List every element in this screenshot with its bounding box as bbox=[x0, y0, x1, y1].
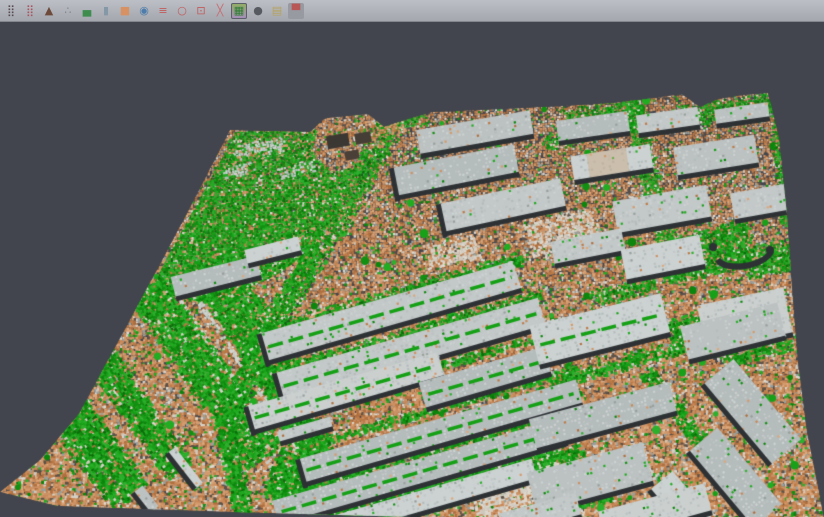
crop-box-icon[interactable]: ⊡ bbox=[193, 3, 209, 19]
tag-icon[interactable]: ▤ bbox=[269, 3, 285, 19]
classified-points-icon[interactable]: ⣿ bbox=[22, 3, 38, 19]
profile-slice-icon[interactable]: ▮ bbox=[98, 3, 114, 19]
green-terrain-icon[interactable]: ▄ bbox=[79, 3, 95, 19]
sphere-render-icon[interactable]: ● bbox=[250, 3, 266, 19]
classification-colors-icon[interactable]: ▦ bbox=[231, 3, 247, 19]
circle-tool-icon[interactable]: ○ bbox=[174, 3, 190, 19]
flag-icon[interactable]: ▀ bbox=[288, 3, 304, 19]
sparse-points-icon[interactable]: ∴ bbox=[60, 3, 76, 19]
clear-cross-icon[interactable]: ╳ bbox=[212, 3, 228, 19]
main-toolbar: ⣿⣿▲∴▄▮■◉≡○⊡╳▦●▤▀ bbox=[0, 0, 824, 22]
ground-class-icon[interactable]: ■ bbox=[117, 3, 133, 19]
globe-icon[interactable]: ◉ bbox=[136, 3, 152, 19]
point-cloud-viewport[interactable] bbox=[0, 0, 824, 517]
points-tool-icon[interactable]: ⣿ bbox=[3, 3, 19, 19]
layer-list-icon[interactable]: ≡ bbox=[155, 3, 171, 19]
dem-mound-icon[interactable]: ▲ bbox=[41, 3, 57, 19]
